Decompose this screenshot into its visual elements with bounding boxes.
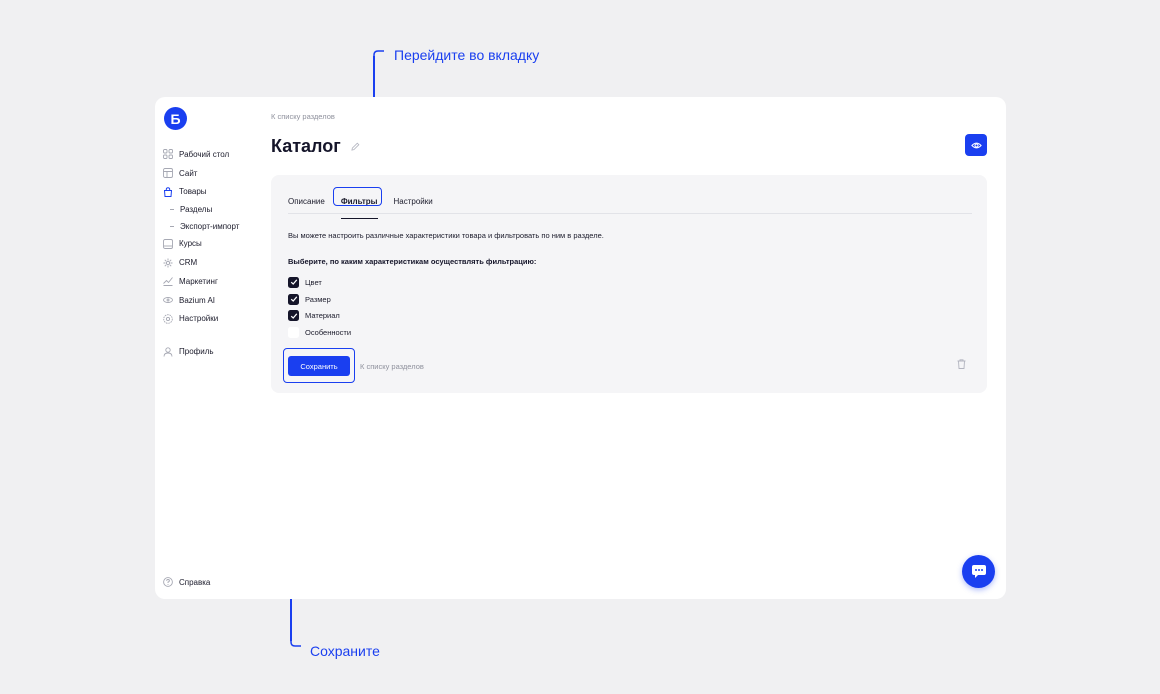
checkbox-label: Материал (305, 311, 340, 321)
checkbox-row-features[interactable]: Особенности (288, 324, 351, 341)
sidebar-item-site[interactable]: Сайт (163, 164, 273, 183)
tab-description[interactable]: Описание (288, 192, 333, 210)
annotation-text-bottom: Сохраните (310, 643, 380, 659)
annotation-hook-top-icon (373, 50, 384, 59)
subitem-dash (170, 225, 174, 227)
back-to-sections-link[interactable]: К списку разделов (360, 362, 424, 371)
dashboard-icon (163, 149, 173, 160)
sidebar-item-dashboard[interactable]: Рабочий стол (163, 145, 273, 164)
tabs-divider (288, 213, 972, 214)
ai-icon (163, 295, 173, 305)
sidebar-subitem-label: Разделы (180, 205, 213, 215)
tab-settings[interactable]: Настройки (386, 192, 441, 210)
checkbox-row-size[interactable]: Размер (288, 291, 351, 308)
settings-panel: Описание Фильтры Настройки Вы можете нас… (271, 175, 987, 393)
sidebar-item-marketing[interactable]: Маркетинг (163, 272, 273, 291)
sidebar-item-label: Профиль (179, 347, 214, 357)
tab-filters[interactable]: Фильтры (333, 192, 386, 219)
sidebar-subitem-export-import[interactable]: Экспорт-импорт (163, 218, 273, 235)
help-link[interactable]: Справка (163, 577, 210, 587)
check-icon (290, 313, 297, 319)
chat-button[interactable] (962, 555, 995, 588)
sidebar-item-crm[interactable]: CRM (163, 253, 273, 272)
app-window: Б Рабочий стол Сайт Товары Разделы Экспо… (155, 97, 1006, 599)
sidebar-item-label: Рабочий стол (179, 149, 230, 159)
settings-icon (163, 314, 173, 324)
subitem-dash (170, 209, 174, 211)
sidebar-item-label: Сайт (179, 168, 198, 178)
site-icon (163, 168, 173, 179)
checkbox-label: Размер (305, 294, 331, 304)
check-icon (290, 296, 297, 302)
marketing-icon (163, 276, 173, 287)
trash-icon[interactable] (957, 359, 966, 369)
sidebar-item-label: Маркетинг (179, 276, 218, 286)
checkbox-label: Цвет (305, 277, 322, 287)
title-row: Каталог (271, 136, 360, 157)
check-icon (290, 279, 297, 286)
page-title: Каталог (271, 136, 341, 156)
filter-checkbox-list: Цвет Размер Материал Особенности (288, 274, 351, 341)
user-icon (163, 347, 173, 357)
sidebar-item-products[interactable]: Товары (163, 183, 273, 202)
sidebar-subitem-sections[interactable]: Разделы (163, 201, 273, 218)
crm-icon (163, 258, 173, 268)
filters-subheading: Выберите, по каким характеристикам осуще… (288, 257, 537, 266)
checkbox-checked[interactable] (288, 276, 299, 288)
sidebar-item-label: Настройки (179, 314, 219, 324)
sidebar: Рабочий стол Сайт Товары Разделы Экспорт… (163, 145, 273, 361)
breadcrumb[interactable]: К списку разделов (271, 112, 335, 121)
sidebar-item-label: CRM (179, 258, 198, 268)
sidebar-item-label: Товары (179, 187, 207, 197)
annotation-hook-bottom-icon (290, 637, 301, 647)
courses-icon (163, 238, 173, 249)
chat-icon (971, 564, 987, 579)
sidebar-item-settings[interactable]: Настройки (163, 310, 273, 329)
checkbox-row-material[interactable]: Материал (288, 307, 351, 324)
checkbox-checked[interactable] (288, 293, 299, 305)
save-button[interactable]: Сохранить (288, 356, 350, 376)
pencil-icon[interactable] (351, 142, 360, 151)
checkbox-label: Особенности (305, 327, 352, 337)
preview-button[interactable] (965, 134, 987, 156)
filters-description: Вы можете настроить различные характерис… (288, 231, 604, 240)
checkbox-row-color[interactable]: Цвет (288, 274, 351, 291)
sidebar-subitem-label: Экспорт-импорт (180, 221, 240, 231)
checkbox-checked[interactable] (288, 310, 299, 322)
sidebar-item-label: Курсы (179, 239, 202, 249)
checkbox-unchecked[interactable] (288, 326, 299, 338)
tabs: Описание Фильтры Настройки (288, 189, 441, 219)
sidebar-item-bazium-ai[interactable]: Bazium AI (163, 291, 273, 310)
help-label: Справка (179, 577, 211, 587)
sidebar-item-courses[interactable]: Курсы (163, 234, 273, 253)
help-icon (163, 577, 173, 587)
bag-icon (163, 187, 173, 197)
sidebar-item-label: Bazium AI (179, 295, 216, 305)
eye-icon (970, 140, 982, 151)
annotation-text-top: Перейдите во вкладку (394, 47, 540, 63)
logo[interactable]: Б (164, 107, 187, 130)
sidebar-item-profile[interactable]: Профиль (163, 342, 273, 361)
